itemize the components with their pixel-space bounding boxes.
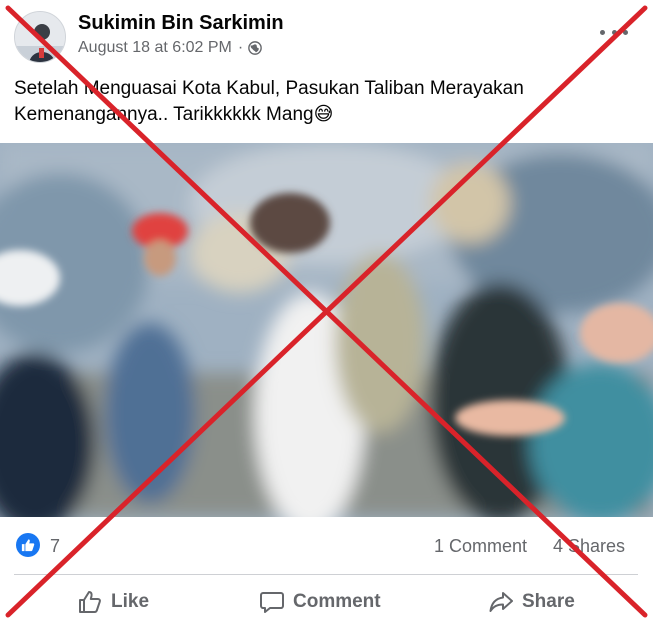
post-caption: Setelah Menguasai Kota Kabul, Pasukan Ta…: [14, 76, 634, 128]
video-player[interactable]: [0, 143, 653, 517]
avatar-image: [15, 12, 65, 62]
caption-line: Setelah Menguasai Kota Kabul, Pasukan Ta…: [14, 78, 524, 99]
divider: [14, 574, 638, 575]
comment-button[interactable]: Comment: [259, 588, 381, 616]
like-reaction-icon[interactable]: [16, 533, 40, 557]
share-button[interactable]: Share: [488, 588, 575, 616]
comment-count[interactable]: 1 Comment: [434, 536, 527, 557]
action-bar: Like Comment Share: [0, 580, 653, 623]
comment-label: Comment: [293, 591, 381, 612]
post-meta: August 18 at 6:02 PM ·: [78, 39, 263, 57]
globe-icon: [248, 41, 263, 55]
caption-line: Kemenangannya.. Tarikkkkkk Mang😅: [14, 104, 334, 125]
post-stats: 7 1 Comment 4 Shares: [0, 528, 653, 562]
share-icon: [489, 592, 513, 612]
facebook-post: Sukimin Bin Sarkimin August 18 at 6:02 P…: [0, 0, 653, 623]
thumbs-up-icon: [79, 591, 101, 613]
reaction-count[interactable]: 7: [50, 536, 60, 557]
post-timestamp[interactable]: August 18 at 6:02 PM: [78, 39, 232, 57]
like-label: Like: [111, 591, 150, 612]
author-name[interactable]: Sukimin Bin Sarkimin: [78, 12, 284, 35]
avatar[interactable]: [14, 11, 66, 63]
more-options-icon[interactable]: [600, 22, 628, 42]
share-label: Share: [522, 591, 575, 612]
like-button[interactable]: Like: [77, 588, 149, 616]
meta-separator: ·: [237, 39, 244, 56]
comment-icon: [260, 592, 284, 613]
share-count[interactable]: 4 Shares: [553, 536, 625, 557]
video-frame: [0, 143, 653, 517]
